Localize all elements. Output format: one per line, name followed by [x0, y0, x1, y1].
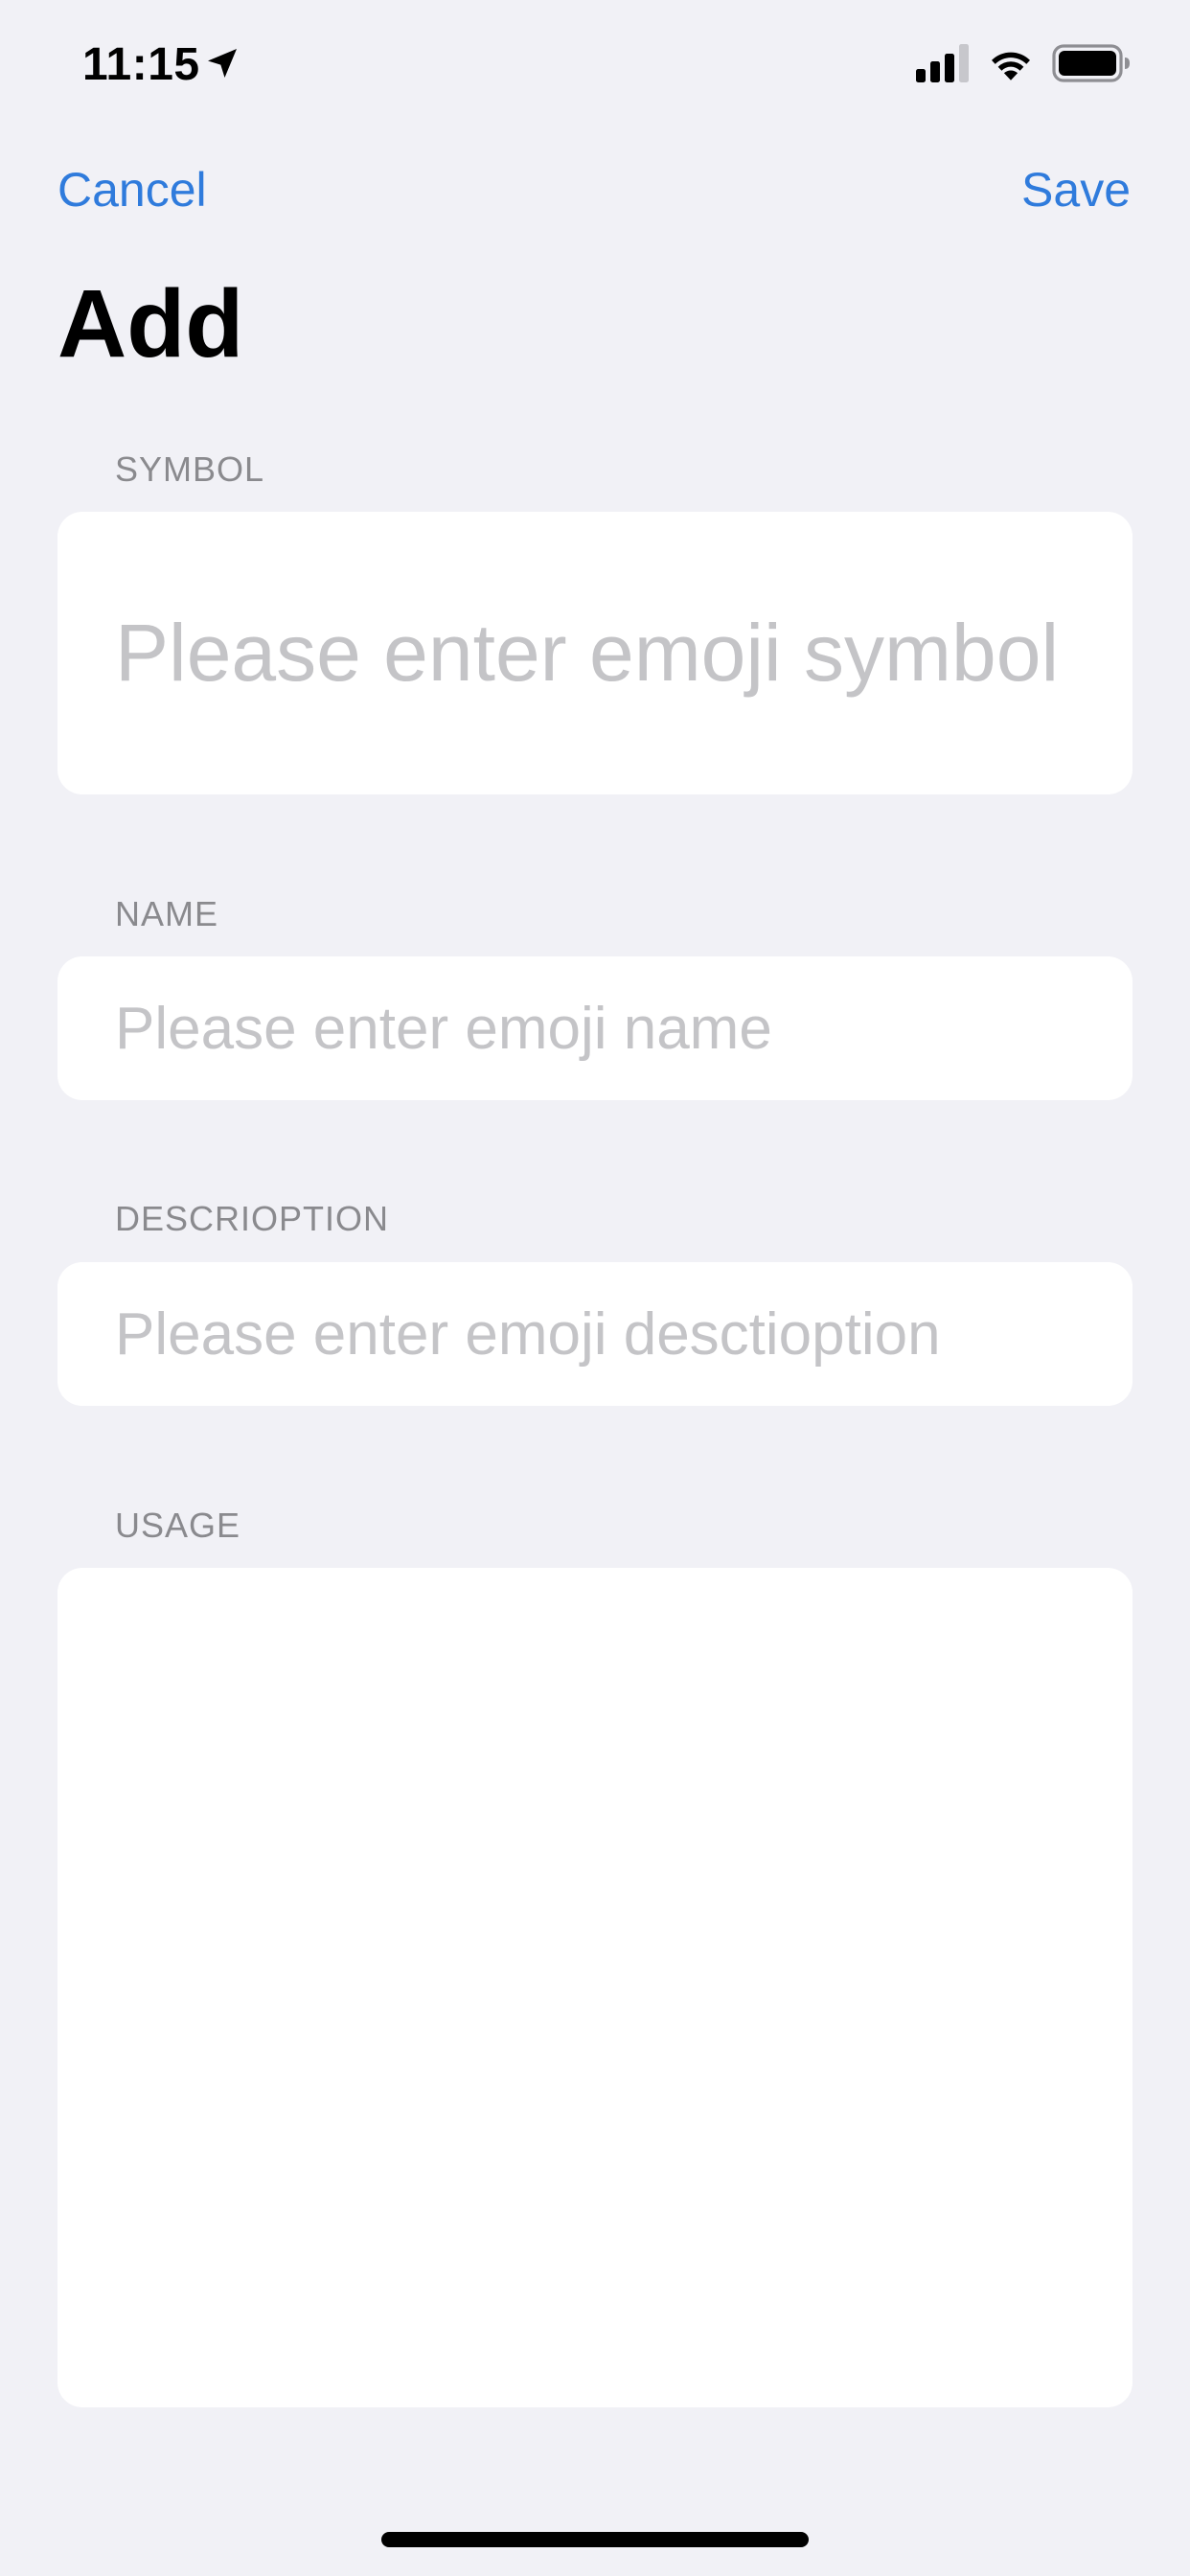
- page-title: Add: [57, 270, 244, 378]
- battery-icon: [1052, 44, 1130, 82]
- section-header-description: DESCRIOPTION: [115, 1199, 390, 1238]
- name-input[interactable]: [115, 956, 1094, 1100]
- status-time: 11:15: [82, 39, 200, 90]
- location-arrow-icon: [208, 49, 237, 78]
- symbol-card: [57, 512, 1133, 794]
- save-button[interactable]: Save: [1021, 159, 1131, 220]
- section-header-usage: USAGE: [115, 1506, 241, 1545]
- cellular-signal-icon: [916, 44, 969, 82]
- usage-textarea[interactable]: [115, 1597, 1094, 2379]
- description-input[interactable]: [115, 1262, 1094, 1406]
- name-card: [57, 956, 1133, 1100]
- section-header-name: NAME: [115, 894, 219, 933]
- usage-card: [57, 1568, 1133, 2407]
- cancel-button[interactable]: Cancel: [57, 159, 207, 220]
- symbol-input[interactable]: [115, 512, 1094, 794]
- section-header-symbol: SYMBOL: [115, 449, 265, 489]
- description-card: [57, 1262, 1133, 1406]
- status-bar: 11:15: [0, 0, 1190, 134]
- home-indicator[interactable]: [381, 2532, 809, 2547]
- wifi-icon: [992, 52, 1030, 80]
